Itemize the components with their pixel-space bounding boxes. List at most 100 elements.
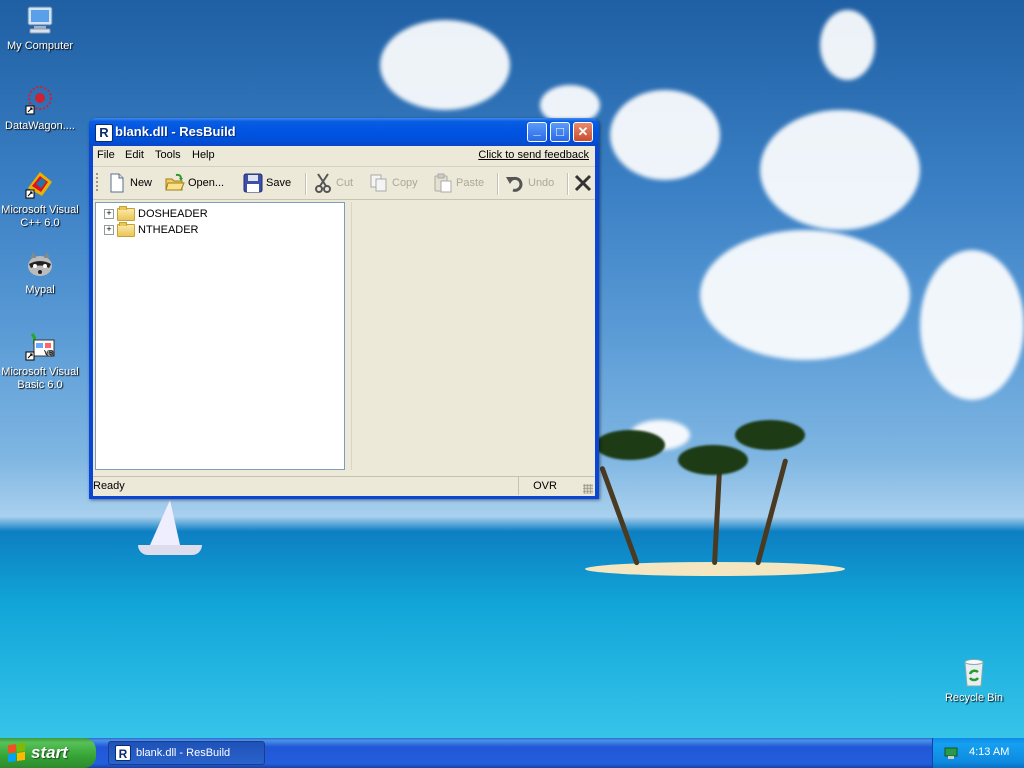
desktop-icon-label: Microsoft Visual Basic 6.0 (1, 366, 79, 391)
windows-logo-icon (8, 742, 26, 764)
save-button[interactable]: Save (243, 171, 291, 195)
recycle-bin-icon (958, 656, 990, 688)
cut-button[interactable]: Cut (313, 171, 353, 195)
palm-tree (595, 430, 665, 460)
toolbar-grip[interactable] (96, 173, 98, 193)
desktop-icon-label: DataWagon.... (5, 120, 75, 132)
detail-pane (351, 202, 594, 470)
menu-help[interactable]: Help (192, 149, 215, 161)
toolbar-separator (497, 173, 499, 195)
open-folder-icon (165, 173, 185, 193)
paste-button[interactable]: Paste (433, 171, 484, 195)
folder-icon (117, 221, 135, 237)
open-button[interactable]: Open... (165, 171, 224, 195)
desktop-icon-datawagon[interactable]: DataWagon.... (0, 84, 80, 133)
window-client-area: File Edit Tools Help Click to send feedb… (93, 146, 595, 496)
system-tray: 4:13 AM (932, 738, 1024, 768)
cloud (820, 10, 875, 80)
expand-icon[interactable]: + (104, 209, 114, 219)
desktop-icon-visual-cpp[interactable]: Microsoft Visual C++ 6.0 (0, 168, 80, 230)
expand-icon[interactable]: + (104, 225, 114, 235)
datawagon-icon (24, 84, 56, 116)
title-bar[interactable]: R blank.dll - ResBuild _ □ ✕ (89, 118, 599, 146)
desktop-icon-label: Mypal (25, 284, 55, 296)
cloud (760, 110, 920, 230)
paste-clipboard-icon (433, 173, 453, 193)
cloud (610, 90, 720, 180)
copy-label: Copy (392, 177, 418, 189)
cut-label: Cut (336, 177, 354, 189)
feedback-link[interactable]: Click to send feedback (478, 149, 589, 161)
cloud (380, 20, 510, 110)
overwrite-indicator: OVR (518, 477, 571, 495)
computer-icon (24, 4, 56, 36)
resize-grip[interactable] (583, 484, 593, 494)
sailboat (138, 545, 202, 555)
palm-tree (678, 445, 748, 475)
menu-edit[interactable]: Edit (125, 149, 144, 161)
scissors-icon (313, 173, 333, 193)
window-title: blank.dll - ResBuild (115, 124, 236, 139)
undo-arrow-icon (505, 173, 525, 193)
desktop-icon-my-computer[interactable]: My Computer (0, 4, 80, 53)
resource-tree[interactable]: + DOSHEADER + NTHEADER (95, 202, 345, 470)
desktop-icon-mypal[interactable]: Mypal (0, 248, 80, 297)
desktop-icon-label: Microsoft Visual C++ 6.0 (1, 204, 79, 229)
cloud (700, 230, 910, 360)
desktop-icon-visual-basic[interactable]: VB Microsoft Visual Basic 6.0 (0, 330, 80, 392)
minimize-button[interactable]: _ (527, 122, 547, 142)
status-bar: Ready OVR (93, 476, 595, 496)
cloud (920, 250, 1024, 400)
desktop-icon-label: My Computer (6, 40, 74, 52)
undo-button[interactable]: Undo (505, 171, 554, 195)
copy-icon (369, 173, 389, 193)
maximize-button[interactable]: □ (550, 122, 570, 142)
tree-node-label: NTHEADER (138, 224, 199, 236)
desktop-icon-label: Recycle Bin (944, 692, 1004, 704)
save-disk-icon (243, 173, 263, 193)
tree-node-ntheader[interactable]: + NTHEADER (104, 221, 199, 237)
toolbar: New Open... Save Cut Copy Paste Undo (93, 167, 595, 200)
close-button[interactable]: ✕ (573, 122, 593, 142)
undo-label: Undo (528, 177, 555, 189)
maximize-icon: □ (556, 124, 564, 139)
status-text: Ready (93, 480, 125, 492)
new-button[interactable]: New (107, 171, 152, 195)
taskbar-button-resbuild[interactable]: R blank.dll - ResBuild (108, 741, 265, 765)
network-tray-icon[interactable] (943, 745, 959, 761)
menu-file[interactable]: File (97, 149, 115, 161)
delete-button[interactable] (573, 171, 593, 195)
start-label: start (31, 743, 68, 762)
tree-node-dosheader[interactable]: + DOSHEADER (104, 205, 208, 221)
menu-bar: File Edit Tools Help Click to send feedb… (93, 146, 595, 167)
palm-tree (599, 465, 640, 566)
clock[interactable]: 4:13 AM (969, 746, 1009, 758)
menu-tools[interactable]: Tools (155, 149, 181, 161)
app-icon[interactable]: R (95, 124, 113, 142)
folder-icon (117, 205, 135, 221)
palm-tree (735, 420, 805, 450)
minimize-icon: _ (533, 122, 541, 137)
paste-label: Paste (456, 177, 485, 189)
new-document-icon (107, 173, 127, 193)
close-icon: ✕ (577, 124, 589, 139)
copy-button[interactable]: Copy (369, 171, 418, 195)
toolbar-separator (305, 173, 307, 195)
taskbar: start R blank.dll - ResBuild 4:13 AM (0, 738, 1024, 768)
delete-x-icon (573, 173, 593, 193)
raccoon-icon (24, 248, 56, 280)
resbuild-window: R blank.dll - ResBuild _ □ ✕ File Edit T… (89, 118, 599, 499)
svg-text:VB: VB (44, 349, 54, 357)
desktop-icon-recycle-bin[interactable]: Recycle Bin (934, 656, 1014, 705)
new-label: New (130, 177, 153, 189)
palm-tree (755, 458, 789, 566)
sailboat (150, 500, 180, 545)
save-label: Save (266, 177, 292, 189)
tree-node-label: DOSHEADER (138, 208, 208, 220)
toolbar-separator (567, 173, 569, 195)
start-button[interactable]: start (0, 738, 96, 768)
taskbar-button-label: blank.dll - ResBuild (136, 747, 231, 759)
palm-tree (712, 469, 722, 566)
visual-basic-icon: VB (24, 330, 56, 362)
app-icon: R (115, 745, 131, 761)
